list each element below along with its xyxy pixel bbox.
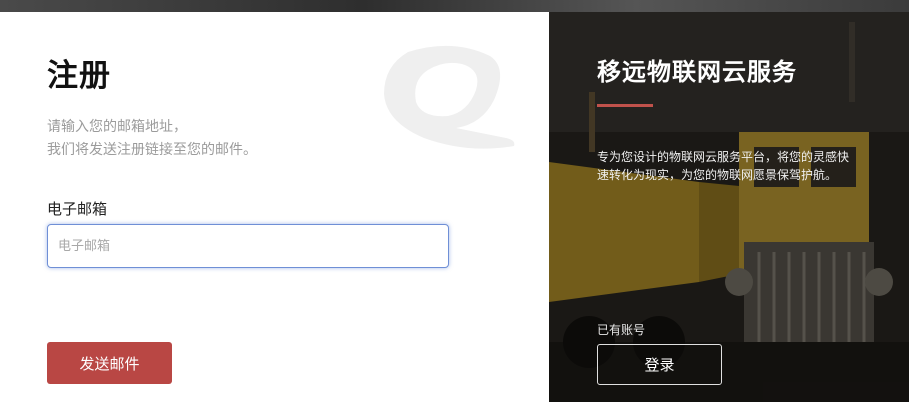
login-button[interactable]: 登录 <box>597 344 722 385</box>
page-title: 注册 <box>47 58 111 94</box>
brand-logo-watermark-icon <box>384 45 515 149</box>
register-instructions: 请输入您的邮箱地址， 我们将发送注册链接至您的邮件。 <box>47 116 257 162</box>
instruction-line-2: 我们将发送注册链接至您的邮件。 <box>47 142 257 158</box>
promo-description: 专为您设计的物联网云服务平台，将您的灵感快速转化为现实，为您的物联网愿景保驾护航… <box>597 150 850 182</box>
promo-title: 移远物联网云服务 <box>597 58 797 86</box>
send-email-button[interactable]: 发送邮件 <box>47 342 172 384</box>
background-top-strip <box>0 0 909 12</box>
title-accent-line <box>597 104 653 107</box>
instruction-line-1: 请输入您的邮箱地址， <box>47 119 187 135</box>
email-label: 电子邮箱 <box>47 200 108 218</box>
have-account-text: 已有账号 <box>597 323 646 337</box>
email-field[interactable] <box>47 224 449 268</box>
register-panel: 注册 请输入您的邮箱地址， 我们将发送注册链接至您的邮件。 电子邮箱 发送邮件 <box>0 12 549 402</box>
promo-panel: 移远物联网云服务 专为您设计的物联网云服务平台，将您的灵感快速转化为现实，为您的… <box>549 12 909 402</box>
